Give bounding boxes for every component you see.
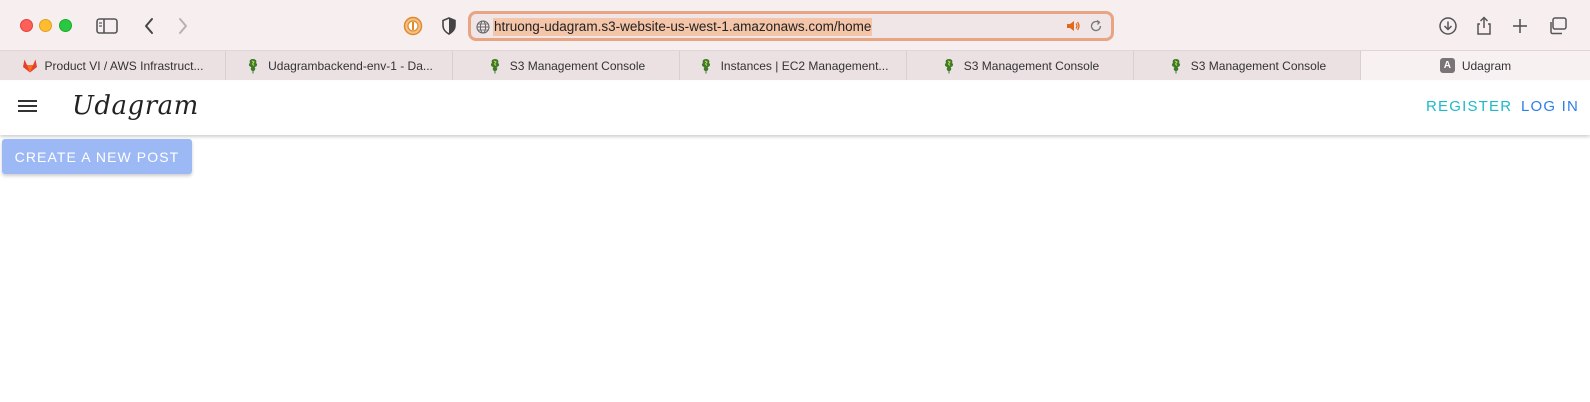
reload-icon[interactable] — [1089, 19, 1103, 38]
beanstalk-icon — [1168, 58, 1184, 74]
tab-udagrambackend[interactable]: Udagrambackend-env-1 - Da... — [226, 51, 453, 80]
new-tab-icon[interactable] — [1507, 13, 1533, 39]
beanstalk-icon — [245, 58, 261, 74]
url-text[interactable]: htruong-udagram.s3-website-us-west-1.ama… — [493, 18, 873, 36]
privacy-shield-icon[interactable] — [436, 13, 462, 39]
downloads-icon[interactable] — [1435, 13, 1461, 39]
back-icon[interactable] — [136, 13, 162, 39]
beanstalk-icon — [941, 58, 957, 74]
app-toolbar: Udagram REGISTER LOG IN — [0, 81, 1590, 135]
create-post-button[interactable]: CREATE A NEW POST — [2, 139, 192, 174]
forward-icon[interactable] — [170, 13, 196, 39]
tab-ec2-instances[interactable]: Instances | EC2 Management... — [680, 51, 907, 80]
share-icon[interactable] — [1471, 13, 1497, 39]
tab-s3-console-1[interactable]: S3 Management Console — [453, 51, 680, 80]
password-manager-icon[interactable] — [400, 13, 426, 39]
tab-overview-icon[interactable] — [1545, 13, 1571, 39]
register-link[interactable]: REGISTER — [1426, 98, 1512, 115]
sidebar-toggle-icon[interactable] — [94, 13, 120, 39]
tab-strip: Product VI / AWS Infrastruct... Udagramb… — [0, 51, 1590, 80]
minimize-window-button[interactable] — [39, 19, 52, 32]
zoom-window-button[interactable] — [59, 19, 72, 32]
brand-logo[interactable]: Udagram — [72, 91, 199, 121]
tab-s3-console-2[interactable]: S3 Management Console — [907, 51, 1134, 80]
address-bar[interactable]: htruong-udagram.s3-website-us-west-1.ama… — [468, 11, 1114, 41]
tab-s3-console-3[interactable]: S3 Management Console — [1134, 51, 1361, 80]
beanstalk-icon — [487, 58, 503, 74]
hamburger-menu-icon[interactable] — [16, 96, 40, 120]
login-link[interactable]: LOG IN — [1521, 98, 1579, 115]
gitlab-icon — [22, 58, 38, 74]
close-window-button[interactable] — [20, 19, 33, 32]
tab-product-vi[interactable]: Product VI / AWS Infrastruct... — [0, 51, 226, 80]
speaker-icon[interactable] — [1065, 19, 1081, 38]
beanstalk-icon — [698, 58, 714, 74]
letter-a-icon: A — [1439, 58, 1455, 73]
browser-toolbar: htruong-udagram.s3-website-us-west-1.ama… — [0, 0, 1590, 51]
globe-icon — [476, 20, 490, 39]
tab-udagram[interactable]: A Udagram — [1361, 51, 1590, 80]
